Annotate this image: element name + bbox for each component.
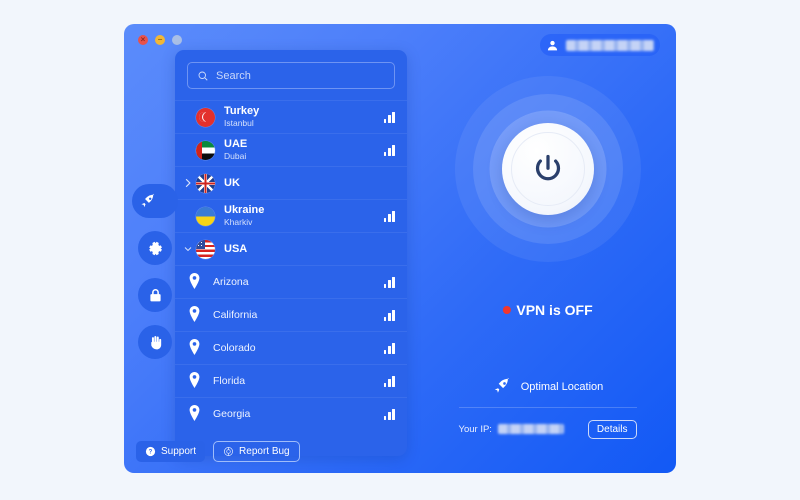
power-area xyxy=(454,76,641,262)
status-indicator-dot xyxy=(502,306,511,314)
state-name: California xyxy=(213,308,258,321)
svg-text:?: ? xyxy=(149,450,153,456)
connection-panel: VPN is OFF Optimal Location Your IP: Det… xyxy=(419,24,676,473)
location-pin-icon xyxy=(185,404,204,424)
search-box[interactable] xyxy=(187,62,395,89)
flag-icon xyxy=(196,206,215,226)
signal-strength-icon xyxy=(383,342,395,354)
signal-strength-icon xyxy=(383,276,395,288)
optimal-location-label: Optimal Location xyxy=(520,380,604,393)
location-pin-icon xyxy=(185,338,204,358)
chevron-right-icon[interactable] xyxy=(179,178,196,188)
signal-strength-icon xyxy=(383,375,395,387)
support-button[interactable]: ? Support xyxy=(136,441,206,462)
state-name: Florida xyxy=(213,374,246,387)
sidebar-item-rocket[interactable] xyxy=(132,184,178,218)
server-row-country[interactable]: USA xyxy=(175,232,407,265)
server-row-country[interactable]: UK xyxy=(175,166,407,199)
signal-strength-icon xyxy=(383,144,395,156)
server-row-text: Colorado xyxy=(213,342,384,354)
server-list[interactable]: Turkey Istanbul UAE Dubai UK Ukraine Kharkiv US… xyxy=(175,100,407,456)
flag-icon xyxy=(196,173,215,193)
sidebar-rail xyxy=(132,184,178,359)
server-row-state[interactable]: Florida xyxy=(175,364,407,397)
state-name: Arizona xyxy=(213,275,249,288)
city-name: Kharkiv xyxy=(224,216,253,227)
search-container xyxy=(175,50,407,100)
server-list-panel: TurkeyIstanbul UAEDubai UK UkraineKharkiv US… xyxy=(175,50,407,456)
flag-icon xyxy=(196,107,215,127)
country-name: UAE xyxy=(224,137,248,150)
bottom-bar: ? Support Report Bug xyxy=(136,441,300,462)
support-label: Support xyxy=(161,446,197,457)
ip-label: Your IP: xyxy=(458,423,492,435)
lock-icon xyxy=(149,288,161,301)
power-toggle-button[interactable] xyxy=(454,76,641,262)
ip-value-redacted xyxy=(497,424,564,434)
server-row-text: Ukraine Kharkiv xyxy=(224,204,384,228)
minimize-window-button[interactable]: − xyxy=(155,35,165,45)
server-row-state[interactable]: Arizona xyxy=(175,265,407,298)
location-pin-icon xyxy=(185,371,204,391)
details-button[interactable]: Details xyxy=(587,419,637,439)
vpn-app-window: × − Search Turkey Istanbul UAE Dubai UK … xyxy=(124,24,676,473)
signal-strength-icon xyxy=(383,210,395,222)
gear-icon xyxy=(148,241,162,255)
report-bug-button[interactable]: Report Bug xyxy=(213,441,300,462)
server-row-text: USA xyxy=(224,243,395,256)
server-row-text: Georgia xyxy=(213,408,384,420)
power-button-core[interactable] xyxy=(501,123,594,215)
server-row-text: Arizona xyxy=(213,276,384,288)
server-row-text: Turkey Istanbul xyxy=(224,105,384,129)
question-mark-icon: ? xyxy=(145,446,156,457)
signal-strength-icon xyxy=(383,111,395,123)
country-name: USA xyxy=(224,242,248,255)
location-pin-icon xyxy=(185,272,204,292)
server-row-text: California xyxy=(213,309,384,321)
server-row-country[interactable]: Turkey Istanbul xyxy=(175,100,407,133)
report-bug-label: Report Bug xyxy=(239,446,290,457)
signal-strength-icon xyxy=(383,309,395,321)
hand-icon xyxy=(150,335,161,349)
search-icon xyxy=(198,71,208,81)
server-row-state[interactable]: Georgia xyxy=(175,397,407,430)
status-badge: VPN is OFF xyxy=(502,302,593,318)
bug-icon xyxy=(224,447,234,456)
close-window-button[interactable]: × xyxy=(138,35,148,45)
flag-icon xyxy=(196,239,215,259)
sidebar-item-settings[interactable] xyxy=(138,231,172,265)
window-controls: × − xyxy=(138,35,182,45)
server-row-text: UK xyxy=(224,177,395,190)
ip-address-row: Your IP: Details xyxy=(459,408,637,442)
city-name: Dubai xyxy=(224,150,247,161)
state-name: Georgia xyxy=(213,407,251,420)
search-input[interactable] xyxy=(216,69,385,82)
power-icon xyxy=(535,154,560,181)
country-name: Turkey xyxy=(224,104,260,117)
flag-icon xyxy=(196,140,215,160)
sidebar-item-privacy[interactable] xyxy=(138,325,172,359)
status-label: VPN is OFF xyxy=(516,302,593,318)
server-row-country[interactable]: UAE Dubai xyxy=(175,133,407,166)
country-name: Ukraine xyxy=(224,203,265,216)
server-row-state[interactable]: Colorado xyxy=(175,331,407,364)
rocket-icon xyxy=(494,377,509,393)
zoom-window-button[interactable] xyxy=(172,35,182,45)
server-row-state[interactable]: California xyxy=(175,298,407,331)
optimal-location-button[interactable]: Optimal Location xyxy=(458,366,637,408)
server-row-text: UAE Dubai xyxy=(224,138,384,162)
sidebar-item-security[interactable] xyxy=(138,278,172,312)
server-row-text: Florida xyxy=(213,375,384,387)
rocket-icon xyxy=(141,193,155,207)
location-pin-icon xyxy=(185,305,204,325)
chevron-down-icon[interactable] xyxy=(179,244,196,254)
location-card: Optimal Location Your IP: Details xyxy=(458,366,637,442)
country-name: UK xyxy=(224,176,240,189)
server-row-country[interactable]: Ukraine Kharkiv xyxy=(175,199,407,232)
state-name: Colorado xyxy=(213,341,256,354)
signal-strength-icon xyxy=(383,408,395,420)
city-name: Istanbul xyxy=(224,117,254,128)
